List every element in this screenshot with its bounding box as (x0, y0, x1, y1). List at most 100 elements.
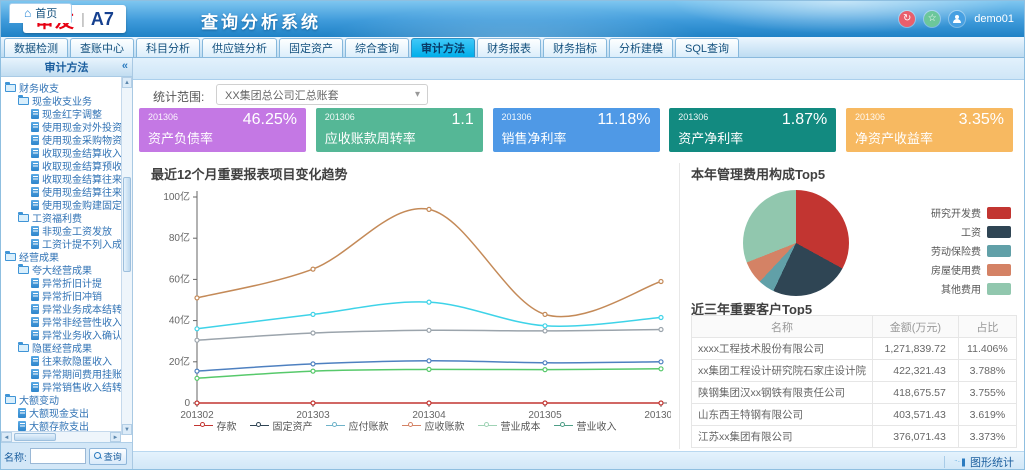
customer-name-cell: xx集团工程设计研究院石家庄设计院 (692, 360, 873, 382)
kpi-card-2: 2013061.1应收账款周转率 (316, 108, 483, 152)
legend-item-应付账款[interactable]: 应付账款 (326, 418, 389, 433)
pie-legend-item-其他费用[interactable]: 其他费用 (881, 279, 1011, 298)
pie-legend-item-房屋使用费[interactable]: 房屋使用费 (881, 260, 1011, 279)
module-tab-1[interactable]: 数据检测 (4, 38, 68, 57)
tree-search-button[interactable]: 查询 (89, 448, 127, 465)
pie-legend-label: 房屋使用费 (931, 262, 981, 277)
tree-item-label: 大额变动 (19, 393, 59, 406)
folder-icon (18, 214, 29, 222)
pie-legend-item-劳动保险费[interactable]: 劳动保险费 (881, 241, 1011, 260)
legend-item-营业成本[interactable]: 营业成本 (478, 418, 541, 433)
scope-filter-select[interactable]: XX集团总公司汇总账套 ▾ (216, 84, 428, 105)
y-tick-label: 20亿 (169, 355, 190, 368)
tree-item[interactable]: 现金红字调整 (1, 107, 121, 120)
tree-item[interactable]: 现金收支业务 (1, 94, 121, 107)
tree-item[interactable]: 收取现金结算往来款 (1, 172, 121, 185)
tree-item[interactable]: 工资计提不列入成本费用 (1, 237, 121, 250)
tree-item[interactable]: 非现金工资发放 (1, 224, 121, 237)
module-tab-8[interactable]: 财务报表 (477, 38, 541, 57)
table-row: 山东西王特钢有限公司403,571.433.619% (692, 404, 1017, 426)
scroll-left-icon[interactable]: ◄ (1, 432, 12, 442)
tree-item-label: 收取现金结算预收款 (42, 159, 121, 172)
module-tab-10[interactable]: 分析建模 (609, 38, 673, 57)
vertical-scroll-thumb[interactable] (123, 177, 131, 272)
tree-item[interactable]: 异常折旧冲销 (1, 289, 121, 302)
tree-item[interactable]: 收取现金结算预收款 (1, 159, 121, 172)
module-tab-11[interactable]: SQL查询 (675, 38, 739, 57)
tree-horizontal-scrollbar[interactable]: ◄ ► (1, 431, 121, 442)
legend-item-营业收入[interactable]: 营业收入 (554, 418, 617, 433)
pie-legend-item-工资[interactable]: 工资 (881, 222, 1011, 241)
tree-item[interactable]: 大额现金支出 (1, 406, 121, 419)
data-point-固定资产 (427, 328, 431, 332)
tree-item[interactable]: 大额变动 (1, 393, 121, 406)
sidebar-collapse-icon[interactable]: « (122, 60, 128, 72)
legend-circle (408, 422, 413, 427)
module-tab-7[interactable]: 审计方法 (411, 38, 475, 57)
module-tab-9[interactable]: 财务指标 (543, 38, 607, 57)
document-icon (31, 226, 39, 236)
document-icon (31, 135, 39, 145)
tree-item[interactable]: 使用现金采购物资 (1, 133, 121, 146)
module-tab-3[interactable]: 科目分析 (136, 38, 200, 57)
pie-legend-item-研究开发费[interactable]: 研究开发费 (881, 203, 1011, 222)
legend-item-应收账款[interactable]: 应收账款 (402, 418, 465, 433)
scroll-down-icon[interactable]: ▼ (122, 424, 132, 435)
pie-legend-label: 劳动保险费 (931, 243, 981, 258)
tab-home[interactable]: ⌂ 首页 (9, 3, 72, 23)
scroll-right-icon[interactable]: ► (110, 432, 121, 442)
tree-search-input[interactable] (30, 448, 86, 464)
tree-item[interactable]: 财务收支 (1, 81, 121, 94)
tree-item[interactable]: 使用现金购建固定资产 (1, 198, 121, 211)
tree-item[interactable]: 异常非经营性收入 (1, 315, 121, 328)
sidebar-title-text: 审计方法 (45, 59, 89, 75)
legend-item-存款[interactable]: 存款 (194, 418, 237, 433)
data-point-应收账款 (659, 280, 663, 284)
legend-circle (560, 422, 565, 427)
tree-item-label: 异常非经营性收入 (42, 315, 121, 328)
graph-statistics-button[interactable]: 图形统计 (970, 454, 1014, 470)
tree-item[interactable]: 隐匿经营成果 (1, 341, 121, 354)
module-tab-5[interactable]: 固定资产 (279, 38, 343, 57)
tree-vertical-scrollbar[interactable]: ▲ ▼ (121, 77, 132, 435)
logo-product-text: A7 (91, 9, 114, 30)
logout-icon[interactable]: ↻ (899, 11, 915, 27)
tree-item[interactable]: 使用现金对外投资 (1, 120, 121, 133)
data-point-营业成本 (659, 367, 663, 371)
scroll-up-icon[interactable]: ▲ (122, 77, 132, 88)
kpi-card-5: 2013063.35%净资产收益率 (846, 108, 1013, 152)
tree-item[interactable]: 异常销售收入结转 (1, 380, 121, 393)
amount-cell: 418,675.57 (873, 382, 959, 404)
module-tab-bar: 数据检测查账中心科目分析供应链分析固定资产综合查询审计方法财务报表财务指标分析建… (1, 37, 1025, 58)
tree-item[interactable]: 异常业务收入确认 (1, 328, 121, 341)
tree-item-label: 大额现金支出 (29, 406, 89, 419)
module-tab-6[interactable]: 综合查询 (345, 38, 409, 57)
data-point-营业收入 (311, 362, 315, 366)
tree-item[interactable]: 经营成果 (1, 250, 121, 263)
favorite-star-icon[interactable]: ☆ (924, 11, 940, 27)
module-tab-2[interactable]: 查账中心 (70, 38, 134, 57)
table-row: xxxx工程技术股份有限公司1,271,839.7211.406% (692, 338, 1017, 360)
legend-line-marker (554, 422, 573, 430)
legend-line-marker (194, 422, 213, 430)
user-avatar-icon[interactable] (949, 11, 965, 27)
document-icon (31, 109, 39, 119)
scope-filter-label: 统计范围: (153, 88, 204, 105)
tree-item[interactable]: 异常折旧计提 (1, 276, 121, 289)
audit-method-tree: 财务收支现金收支业务现金红字调整使用现金对外投资使用现金采购物资收取现金结算收入… (1, 77, 121, 435)
tree-item[interactable]: 往来款隐匿收入 (1, 354, 121, 367)
tree-item-label: 异常业务成本结转 (42, 302, 121, 315)
sidebar-title: 审计方法 « (1, 58, 132, 77)
legend-circle (256, 422, 261, 427)
tree-item[interactable]: 异常期间费用挂账 (1, 367, 121, 380)
tree-item[interactable]: 工资福利费 (1, 211, 121, 224)
tree-item[interactable]: 夸大经营成果 (1, 263, 121, 276)
data-point-固定资产 (195, 338, 199, 342)
tree-item[interactable]: 异常业务成本结转 (1, 302, 121, 315)
tree-item[interactable]: 收取现金结算收入 (1, 146, 121, 159)
tree-item-label: 非现金工资发放 (42, 224, 112, 237)
legend-item-固定资产[interactable]: 固定资产 (250, 418, 313, 433)
horizontal-scroll-thumb[interactable] (14, 433, 56, 441)
module-tab-4[interactable]: 供应链分析 (202, 38, 277, 57)
tree-item[interactable]: 使用现金结算往来款 (1, 185, 121, 198)
